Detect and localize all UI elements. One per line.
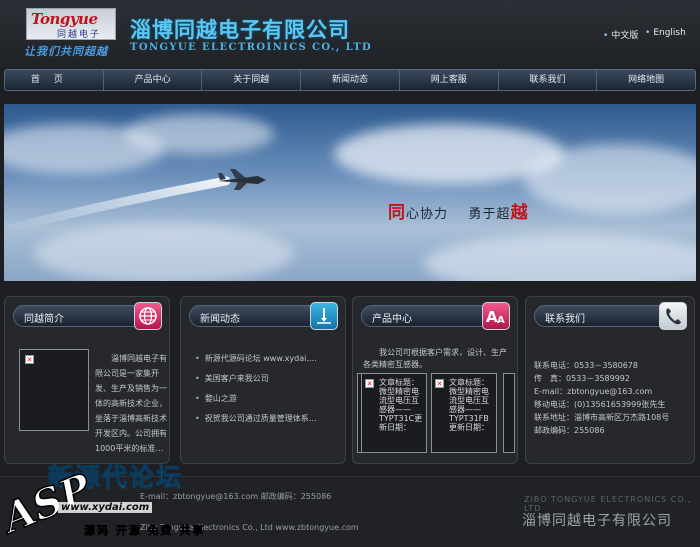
panel-intro: 同越简介 ✕ 淄博同越电子有限公司是一家集开发、生产及销售为一体的高新技术企业，…	[4, 296, 170, 464]
main-nav: 首页 产品中心 关于同越 新闻动态 网上客服 联系我们 网络地图	[4, 69, 696, 91]
company-name-cn: 淄博同越电子有限公司	[130, 18, 350, 42]
broken-image-icon: ✕	[365, 379, 374, 388]
intro-text: 淄博同越电子有限公司是一家集开发、生产及销售为一体的高新技术企业，坐落于淄博高新…	[95, 354, 167, 453]
nav-products[interactable]: 产品中心	[102, 70, 202, 90]
product-caption: 文章标题：微型精密电流型电压互感器——TYPT31FB更新日期：	[449, 378, 489, 432]
panel-news-body: 新源代源码论坛 www.xydai.… 美国客户来我公司 婺山之游 祝贺我公司通…	[189, 337, 337, 457]
lang-english-link[interactable]: English	[645, 28, 686, 38]
panel-news-header[interactable]: 新闻动态	[189, 302, 338, 330]
panel-intro-body: ✕ 淄博同越电子有限公司是一家集开发、生产及销售为一体的高新技术企业，坐落于淄博…	[13, 337, 167, 457]
product-card[interactable]: ✕ 文章标题：微型精密电流型电压互感器——TYPT31C更新日期：	[361, 373, 427, 453]
company-name-en: TONGYUE ELECTROINICS CO., LTD	[130, 42, 373, 53]
panel-contact: 联系我们 联系电话：0533－3580678 传 真：0533－3589992 …	[525, 296, 695, 464]
contact-mobile: 移动电话：(0)13561653999张先生	[534, 400, 666, 409]
panel-contact-body: 联系电话：0533－3580678 传 真：0533－3589992 E-mai…	[534, 359, 686, 457]
broken-image-icon: ✕	[25, 355, 34, 364]
contact-email[interactable]: E-mail：zbtongyue@163.com	[534, 385, 686, 398]
svg-text:A: A	[497, 315, 505, 326]
product-caption: 文章标题：微型精密电流型电压互感器——TYPT31C更新日期：	[379, 378, 423, 432]
logo-wordmark: Tongyue	[31, 10, 98, 28]
panel-products-title: 产品中心	[372, 314, 412, 325]
hero-banner: 同心协力 勇于超越	[4, 104, 696, 281]
text-aa-icon: A A	[482, 302, 510, 330]
site-header: Tongyue 同越电子 让我们共同超越 淄博同越电子有限公司 TONGYUE …	[0, 0, 700, 68]
panel-news-title: 新闻动态	[200, 314, 240, 325]
panel-products-body: 我公司可根据客户需求，设计、生产各类精密互感器。 ✕ 文章标题：微型精密电流型电…	[357, 337, 515, 457]
airplane-contrail-graphic	[4, 169, 266, 235]
news-item[interactable]: 新源代源码论坛 www.xydai.…	[195, 349, 317, 369]
news-item[interactable]: 美国客户来我公司	[195, 369, 317, 389]
product-card[interactable]: ✕ 文章标题：微型精密电流型电压互感器——TYPT31FB更新日期：	[431, 373, 497, 453]
panel-products-header[interactable]: 产品中心 A A	[361, 302, 510, 330]
intro-image-placeholder: ✕	[19, 349, 89, 431]
panel-contact-title: 联系我们	[545, 314, 585, 325]
globe-icon	[134, 302, 162, 330]
logo-cn-text: 同越电子	[57, 30, 102, 40]
nav-sitemap[interactable]: 网络地图	[596, 70, 695, 90]
panel-intro-header[interactable]: 同越简介	[13, 302, 162, 330]
panel-contact-header[interactable]: 联系我们	[534, 302, 687, 330]
broken-image-icon: ✕	[435, 379, 444, 388]
phone-icon	[659, 302, 687, 330]
company-logo[interactable]: Tongyue 同越电子	[26, 8, 116, 40]
nav-news[interactable]: 新闻动态	[300, 70, 399, 90]
nav-online-service[interactable]: 网上客服	[398, 70, 498, 90]
contact-fax: 传 真：0533－3589992	[534, 374, 630, 383]
product-card[interactable]	[503, 373, 515, 453]
panel-products: 产品中心 A A 我公司可根据客户需求，设计、生产各类精密互感器。 ✕ 文章标题…	[352, 296, 518, 464]
nav-home[interactable]: 首页	[5, 70, 103, 90]
nav-contact[interactable]: 联系我们	[497, 70, 597, 90]
header-slogan: 让我们共同超越	[24, 45, 108, 58]
products-intro: 我公司可根据客户需求，设计、生产各类精密互感器。	[363, 348, 507, 369]
contact-postcode: 邮政编码：255086	[534, 426, 605, 435]
news-list: 新源代源码论坛 www.xydai.… 美国客户来我公司 婺山之游 祝贺我公司通…	[195, 349, 317, 429]
pen-icon	[310, 302, 338, 330]
contact-phone: 联系电话：0533－3580678	[534, 361, 638, 370]
watermark-url: www.xydai.com	[58, 502, 153, 513]
banner-slogan: 同心协力 勇于超越	[388, 203, 529, 223]
site-watermark: 新源代论坛 ASP www.xydai.com 源码 开源 免费 共享	[0, 456, 260, 547]
news-item[interactable]: 婺山之游	[195, 389, 317, 409]
footer-brand-cn: 淄博同越电子有限公司	[522, 513, 672, 529]
panel-news: 新闻动态 新源代源码论坛 www.xydai.… 美国客户来我公司 婺山之游 祝…	[180, 296, 346, 464]
news-item[interactable]: 祝贺我公司通过质量管理体系…	[195, 409, 317, 429]
panel-intro-title: 同越简介	[24, 314, 64, 325]
lang-chinese-link[interactable]: 中文版	[603, 28, 638, 41]
contact-address: 联系地址：淄博市高新区万杰路108号	[534, 413, 670, 422]
watermark-tagline: 源码 开源 免费 共享	[84, 524, 206, 538]
nav-about[interactable]: 关于同越	[201, 70, 300, 90]
